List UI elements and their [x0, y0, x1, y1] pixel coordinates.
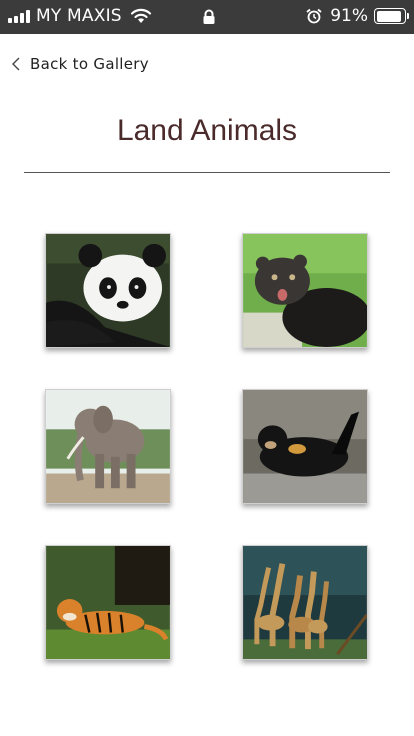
panda-image	[46, 234, 170, 347]
battery-icon	[374, 8, 409, 24]
wifi-icon	[130, 8, 151, 23]
battery-fill	[376, 10, 402, 22]
signal-icon	[8, 9, 30, 23]
gallery-tile-tiger[interactable]	[45, 545, 171, 660]
elephant-image	[46, 390, 170, 503]
gallery-tile-sun-bear[interactable]	[242, 389, 368, 504]
sun-bear-image	[243, 390, 367, 503]
title-divider	[24, 172, 390, 173]
back-link-label: Back to Gallery	[30, 55, 149, 73]
gallery-tile-binturong[interactable]	[242, 233, 368, 348]
status-left: MY MAXIS	[8, 6, 152, 26]
alarm-icon	[306, 8, 322, 24]
status-bar: MY MAXIS 91%	[0, 0, 414, 34]
back-to-gallery-link[interactable]: Back to Gallery	[10, 55, 149, 73]
lock-icon	[203, 9, 215, 24]
binturong-image	[243, 234, 367, 347]
carrier-name: MY MAXIS	[36, 6, 122, 26]
page-title: Land Animals	[116, 114, 298, 147]
gallery-tile-panda[interactable]	[45, 233, 171, 348]
gallery-tile-elephant[interactable]	[45, 389, 171, 504]
chevron-left-icon	[12, 57, 20, 71]
tiger-image	[46, 546, 170, 659]
giraffes-image	[243, 546, 367, 659]
status-right: 91%	[306, 6, 409, 26]
battery-percent: 91%	[330, 6, 368, 26]
gallery-tile-giraffes[interactable]	[242, 545, 368, 660]
